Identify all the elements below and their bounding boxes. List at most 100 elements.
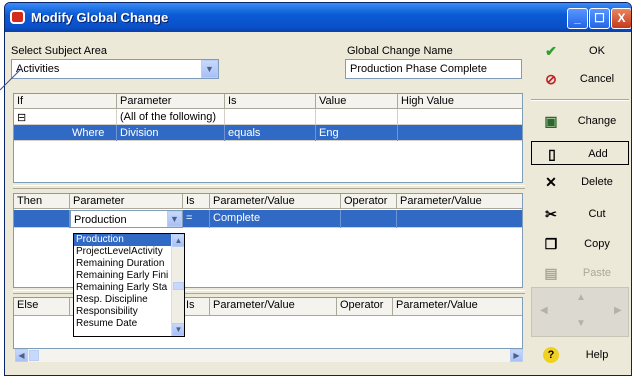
list-item[interactable]: Remaining Early Fini [74,270,184,282]
add-label: Add [588,148,608,160]
col-parameter: Parameter [70,194,183,209]
app-logo-icon [10,10,25,24]
move-down-icon[interactable]: ▼ [576,318,586,329]
title-bar: Modify Global Change _ ☐ X [5,3,631,32]
then-grid-header: Then Parameter Is Parameter/Value Operat… [14,194,522,209]
list-item[interactable]: Remaining Duration [74,258,184,270]
add-button[interactable]: ▯ Add [531,141,629,165]
scroll-right-icon[interactable]: ▶ [510,349,523,362]
if-is-cell[interactable]: equals [225,125,316,141]
then-cell[interactable] [14,210,70,228]
if-parameter-cell[interactable]: (All of the following) [117,109,225,125]
list-item[interactable]: Responsibility [74,306,184,318]
cut-button[interactable]: ✂ Cut [531,202,629,226]
col-is: Is [225,94,316,109]
change-button[interactable]: ▣ Change [531,109,629,133]
table-row[interactable]: ⊟ (All of the following) [14,109,522,125]
if-is-cell[interactable] [225,109,316,125]
delete-button[interactable]: ✕ Delete [531,170,629,194]
collapse-icon[interactable]: ⊟ [14,109,117,125]
then-value-cell[interactable]: Complete [210,210,341,228]
if-grid-header: If Parameter Is Value High Value [14,94,522,109]
then-is-cell[interactable]: = [183,210,210,228]
ok-button[interactable]: ✔ OK [531,39,629,63]
if-value-cell[interactable] [316,109,398,125]
global-change-name-value: Production Phase Complete [350,63,487,75]
delete-icon: ✕ [545,174,557,190]
col-parameter-value: Parameter/Value [210,194,341,209]
col-is: Is [183,298,210,316]
maximize-button[interactable]: ☐ [589,8,610,29]
scroll-thumb[interactable] [173,282,184,290]
list-item[interactable]: Production [74,234,184,246]
cancel-icon: ⊘ [545,71,557,87]
list-item[interactable]: Resp. Discipline [74,294,184,306]
checkmark-icon: ✔ [545,43,557,59]
copy-button[interactable]: ❐ Copy [531,232,629,256]
col-parameter-value-2: Parameter/Value [397,194,522,209]
change-icon: ▣ [544,113,558,129]
change-label: Change [577,115,617,127]
move-up-icon[interactable]: ▲ [576,292,586,303]
if-where-cell[interactable]: Where [14,125,117,141]
move-right-icon[interactable]: ▶ [614,305,622,316]
paste-button[interactable]: ▤ Paste [531,261,629,285]
divider [531,99,629,101]
cut-label: Cut [588,208,606,220]
parameter-dropdown-list[interactable]: Production ProjectLevelActivity Remainin… [73,233,185,337]
col-is: Is [183,194,210,209]
add-row-icon: ▯ [548,146,556,162]
col-parameter-value: Parameter/Value [210,298,337,316]
if-grid: If Parameter Is Value High Value ⊟ (All … [13,93,523,183]
scroll-down-icon[interactable]: ▼ [172,323,184,336]
scroll-thumb[interactable] [29,350,39,361]
delete-label: Delete [581,176,613,188]
horizontal-scrollbar[interactable]: ◀ ▶ [15,349,523,362]
paste-icon: ▤ [544,265,558,281]
global-change-name-label: Global Change Name [347,45,453,57]
subject-area-dropdown-icon[interactable]: ▼ [201,60,218,78]
minimize-button[interactable]: _ [567,8,588,29]
scroll-up-icon[interactable]: ▲ [172,234,184,247]
if-high-value-cell[interactable] [398,109,522,125]
paste-label: Paste [582,267,612,279]
col-value: Value [316,94,398,109]
modify-global-change-window: Modify Global Change _ ☐ X Select Subjec… [4,2,632,376]
then-parameter-dropdown-icon[interactable]: ▼ [167,211,182,227]
then-value2-cell[interactable] [397,210,522,228]
scissors-icon: ✂ [545,206,557,222]
subject-area-label: Select Subject Area [11,45,108,57]
copy-icon: ❐ [544,236,558,252]
copy-label: Copy [584,238,610,250]
col-operator: Operator [337,298,393,316]
table-row[interactable]: Where Division equals Eng [14,125,522,141]
global-change-name-input[interactable]: Production Phase Complete [345,59,522,79]
help-button[interactable]: ? Help [531,343,629,367]
dropdown-scrollbar[interactable]: ▲ ▼ [171,234,184,336]
cancel-button[interactable]: ⊘ Cancel [531,67,629,91]
table-row[interactable]: Production ▼ = Complete [14,210,522,228]
move-arrows-panel: ▲ ▼ ◀ ▶ [531,287,629,337]
scroll-left-icon[interactable]: ◀ [15,349,28,362]
col-else: Else [14,298,70,316]
col-high-value: High Value [398,94,522,109]
col-operator: Operator [341,194,397,209]
window-title: Modify Global Change [31,10,169,25]
if-high-value-cell[interactable] [398,125,522,141]
if-value-cell[interactable]: Eng [316,125,398,141]
ok-label: OK [589,45,605,57]
list-item[interactable]: ProjectLevelActivity [74,246,184,258]
cancel-label: Cancel [579,73,615,85]
help-icon: ? [543,347,559,363]
if-parameter-cell[interactable]: Division [117,125,225,141]
splitter[interactable] [13,185,525,189]
close-button[interactable]: X [611,8,631,29]
move-left-icon[interactable]: ◀ [540,305,548,316]
then-operator-cell[interactable] [341,210,397,228]
help-label: Help [585,349,609,361]
list-item[interactable]: Remaining Early Sta [74,282,184,294]
subject-area-select[interactable]: Activities [11,59,219,79]
col-parameter: Parameter [117,94,225,109]
callout-pointer [0,67,23,91]
list-item[interactable]: Resume Date [74,318,184,330]
